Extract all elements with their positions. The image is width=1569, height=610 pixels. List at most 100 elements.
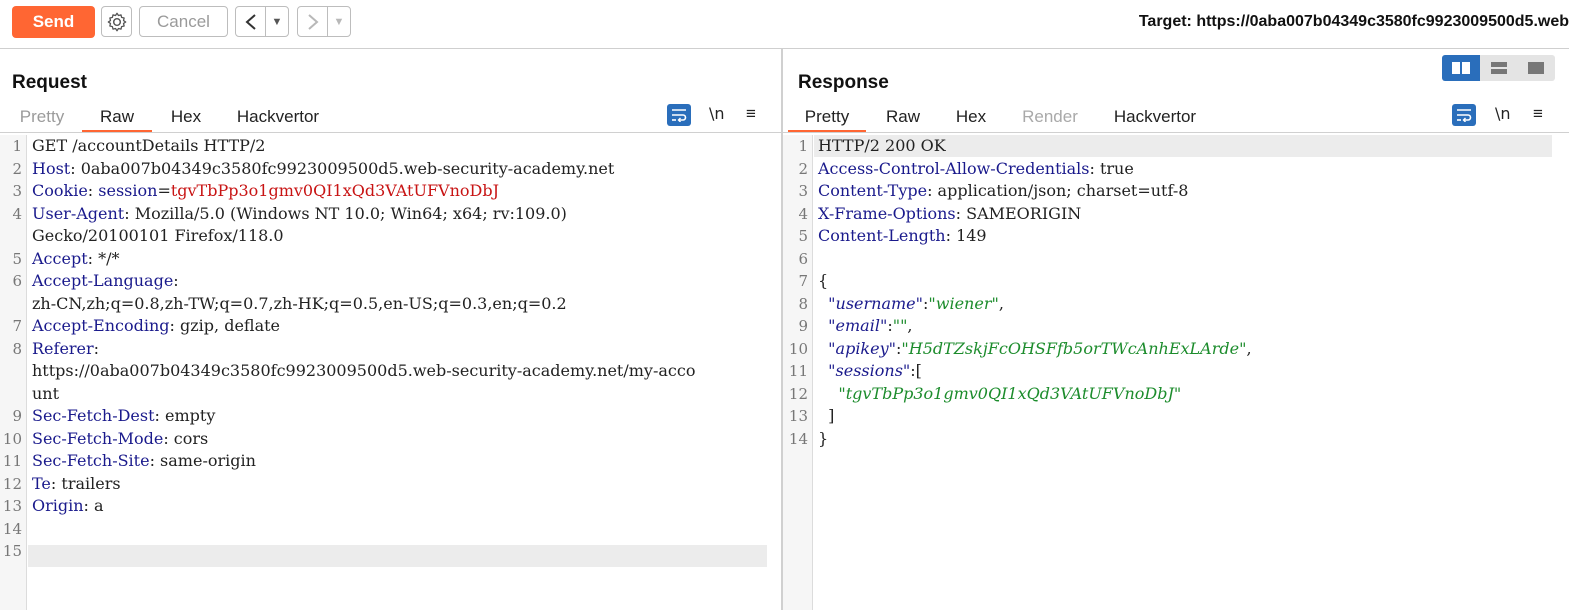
cancel-button[interactable]: Cancel [139, 6, 228, 37]
request-editor[interactable]: 1 GET /accountDetails HTTP/2 2 Host: 0aba00… [0, 135, 781, 610]
request-code-line: Te: trailers [32, 473, 121, 495]
code-token: tgvTbPp3o1gmv0QI1xQd3VAtUFVnoDbJ [170, 181, 500, 200]
request-line-number: 5 [12, 249, 22, 268]
code-token: ] [818, 406, 835, 425]
forward-nav-group: ▼ [297, 6, 351, 37]
response-code-line: } [818, 428, 828, 450]
response-line-number: 13 [788, 407, 808, 425]
forward-history-dropdown[interactable]: ▼ [328, 7, 350, 36]
code-token: Sec-Fetch-Dest [32, 406, 155, 425]
request-current-line-highlight [28, 545, 767, 567]
response-tab-hex[interactable]: Hex [945, 105, 997, 133]
code-token: , [1246, 338, 1252, 358]
response-code-line: "apikey":"H5dTZskjFcOHSFfb5orTWcAnhExLAr… [818, 338, 1252, 360]
response-menu-button[interactable]: ≡ [1533, 104, 1543, 124]
code-token: Access-Control-Allow-Credentials [818, 158, 1090, 178]
settings-button[interactable] [101, 6, 132, 37]
response-tab-hackvertor[interactable]: Hackvertor [1105, 105, 1205, 133]
response-tab-pretty[interactable]: Pretty [788, 105, 866, 133]
request-line-number: 8 [12, 339, 22, 358]
request-code-line: unt [32, 383, 59, 405]
request-line-number: 4 [12, 204, 22, 223]
forward-button[interactable] [298, 7, 328, 36]
code-token: } [818, 428, 829, 448]
code-token: : trailers [50, 473, 121, 493]
request-tab-pretty[interactable]: Pretty [12, 105, 72, 133]
request-line-number: 6 [12, 272, 22, 290]
request-line-number: 7 [12, 317, 22, 335]
caret-down-icon: ▼ [333, 15, 345, 28]
send-button[interactable]: Send [12, 6, 95, 38]
request-tab-raw[interactable]: Raw [82, 105, 152, 133]
response-wrap-toggle[interactable] [1452, 104, 1476, 126]
code-token: Accept-Language [32, 271, 174, 290]
target-label[interactable]: Target: https://0aba007b04349c3580fc9923… [1139, 13, 1569, 31]
response-line-number: 14 [788, 429, 808, 448]
rows-layout-icon [1490, 62, 1507, 74]
request-code-line: Gecko/20100101 Firefox/118.0 [32, 225, 284, 247]
response-tab-raw[interactable]: Raw [877, 105, 929, 133]
code-token: Host [32, 158, 71, 178]
response-code-line: Access-Control-Allow-Credentials: true [818, 158, 1134, 180]
request-code-line: Origin: a [32, 495, 104, 517]
request-line-number: 10 [2, 429, 22, 448]
toolbar: Send Cancel ▼ ▼ Target: https://0aba007b… [0, 0, 1569, 44]
code-token: Accept-Encoding [32, 316, 170, 335]
request-code-line: https://0aba007b04349c3580fc9923009500d5… [32, 360, 695, 382]
response-line-number: 1 [798, 137, 808, 155]
response-panel: Response Pretty Raw Hex Render Hackverto… [783, 49, 1569, 610]
code-token: : [173, 271, 179, 290]
code-token: "tgvTbPp3o1gmv0QI1xQd3VAtUFVnoDbJ" [838, 383, 1182, 403]
chevron-left-icon [244, 13, 256, 30]
request-menu-button[interactable]: ≡ [746, 104, 756, 124]
code-token: "H5dTZskjFcOHSFfb5orTWcAnhExLArde" [901, 338, 1247, 358]
hamburger-menu-icon: ≡ [1533, 104, 1543, 123]
request-wrap-toggle[interactable] [667, 104, 691, 126]
request-line-number [0, 383, 22, 405]
request-newline-toggle[interactable]: \n [709, 104, 725, 123]
code-token: Content-Type [818, 181, 928, 200]
request-code-line: User-Agent: Mozilla/5.0 (Windows NT 10.0… [32, 203, 567, 225]
code-token: : cors [163, 428, 209, 448]
response-line-number: 4 [798, 204, 808, 223]
code-token: zh-CN,zh;q=0.8,zh-TW;q=0.7,zh-HK;q=0.5,e… [32, 293, 567, 313]
back-button[interactable] [236, 7, 266, 36]
response-line-number: 6 [798, 249, 808, 268]
layout-side-by-side-button[interactable] [1442, 55, 1480, 81]
code-token: session [98, 181, 158, 200]
code-token: , [907, 316, 913, 335]
code-token: Referer [32, 338, 94, 358]
response-code-line: { [818, 270, 828, 292]
code-token: :[ [910, 361, 922, 380]
code-token: Origin [32, 496, 84, 515]
response-line-number: 7 [798, 272, 808, 290]
code-token: : true [1089, 158, 1134, 178]
word-wrap-icon [672, 109, 687, 122]
code-token: : 149 [945, 226, 987, 245]
code-token: GET /accountDetails HTTP/2 [32, 136, 266, 155]
request-line-number: 1 [12, 137, 22, 155]
single-layout-icon [1528, 62, 1545, 74]
code-token: "" [892, 316, 908, 335]
code-token: HTTP/2 200 OK [818, 136, 946, 155]
request-line-number [0, 293, 22, 315]
response-tabs-divider [783, 132, 1569, 133]
request-tab-hex[interactable]: Hex [160, 105, 212, 133]
response-line-number: 5 [798, 227, 808, 245]
request-line-number: 14 [2, 519, 22, 538]
response-code-line: "sessions":[ [818, 360, 922, 382]
response-code-line: HTTP/2 200 OK [818, 135, 946, 157]
back-history-dropdown[interactable]: ▼ [266, 7, 288, 36]
columns-layout-icon [1451, 62, 1470, 74]
response-line-number: 11 [788, 362, 808, 380]
response-title: Response [798, 72, 889, 93]
response-newline-toggle[interactable]: \n [1495, 104, 1511, 123]
code-token: : empty [154, 406, 216, 425]
response-editor[interactable]: 1 HTTP/2 200 OK 2 Access-Control-Allow-Cred… [783, 135, 1569, 610]
response-tab-render[interactable]: Render [1015, 105, 1085, 133]
layout-stacked-button[interactable] [1479, 55, 1518, 81]
request-tab-hackvertor[interactable]: Hackvertor [228, 105, 328, 133]
layout-tabs-button[interactable] [1517, 55, 1555, 81]
response-code-line: Content-Length: 149 [818, 225, 987, 247]
code-token: Te [32, 473, 51, 493]
